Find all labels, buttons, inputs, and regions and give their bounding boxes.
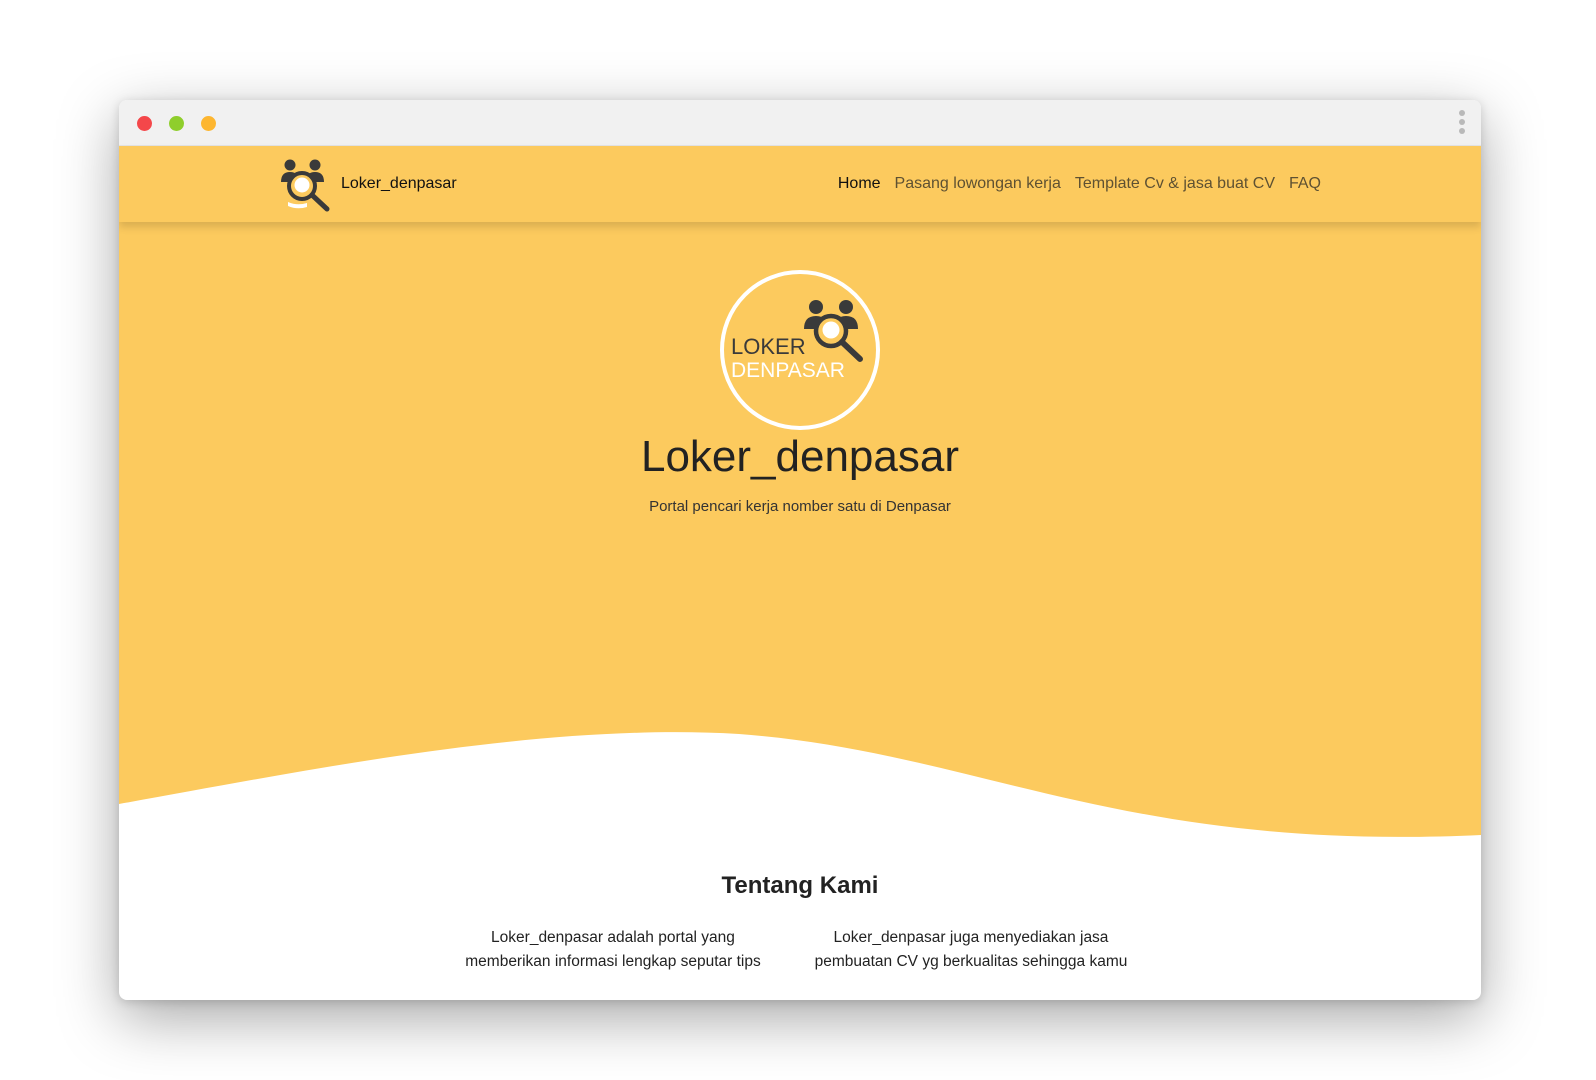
about-column-left: Loker_denpasar adalah portal yang member… xyxy=(465,929,761,970)
hero-subtitle: Portal pencari kerja nomber satu di Denp… xyxy=(649,498,951,515)
about-title: Tentang Kami xyxy=(721,872,879,899)
title-bar xyxy=(119,100,1481,146)
hero-title: Loker_denpasar xyxy=(640,432,959,481)
nav-link-home[interactable]: Home xyxy=(838,175,881,193)
browser-window: Loker_denpasar Home Pasang lowongan kerj… xyxy=(119,100,1481,1000)
kebab-menu-icon[interactable] xyxy=(1457,110,1467,138)
nav-link-pasang-lowongan[interactable]: Pasang lowongan kerja xyxy=(895,175,1061,193)
wave-divider xyxy=(119,732,1481,932)
brand-name[interactable]: Loker_denpasar xyxy=(341,175,457,193)
close-window-button[interactable] xyxy=(137,116,152,131)
people-search-icon xyxy=(281,159,330,212)
nav-link-faq[interactable]: FAQ xyxy=(1289,175,1321,193)
hero-logo-text-loker: LOKER xyxy=(731,334,806,359)
brand-link[interactable]: Loker_denpasar xyxy=(273,152,457,216)
maximize-window-button[interactable] xyxy=(201,116,216,131)
about-column-right: Loker_denpasar juga menyediakan jasa pem… xyxy=(814,929,1128,970)
nav-menu: Home Pasang lowongan kerja Template Cv &… xyxy=(824,146,1321,222)
hero-section: LOKER DENPASAR Loker_denpasar Portal pen… xyxy=(119,222,1481,932)
about-columns: Loker_denpasar adalah portal yang member… xyxy=(454,926,1130,974)
minimize-window-button[interactable] xyxy=(169,116,184,131)
hero-logo-text-denpasar: DENPASAR xyxy=(731,359,845,382)
navbar: Loker_denpasar Home Pasang lowongan kerj… xyxy=(119,146,1481,222)
nav-link-template-cv[interactable]: Template Cv & jasa buat CV xyxy=(1075,175,1275,193)
about-section: Tentang Kami Loker_denpasar adalah porta… xyxy=(119,870,1481,970)
hero-logo: LOKER DENPASAR xyxy=(720,270,880,430)
